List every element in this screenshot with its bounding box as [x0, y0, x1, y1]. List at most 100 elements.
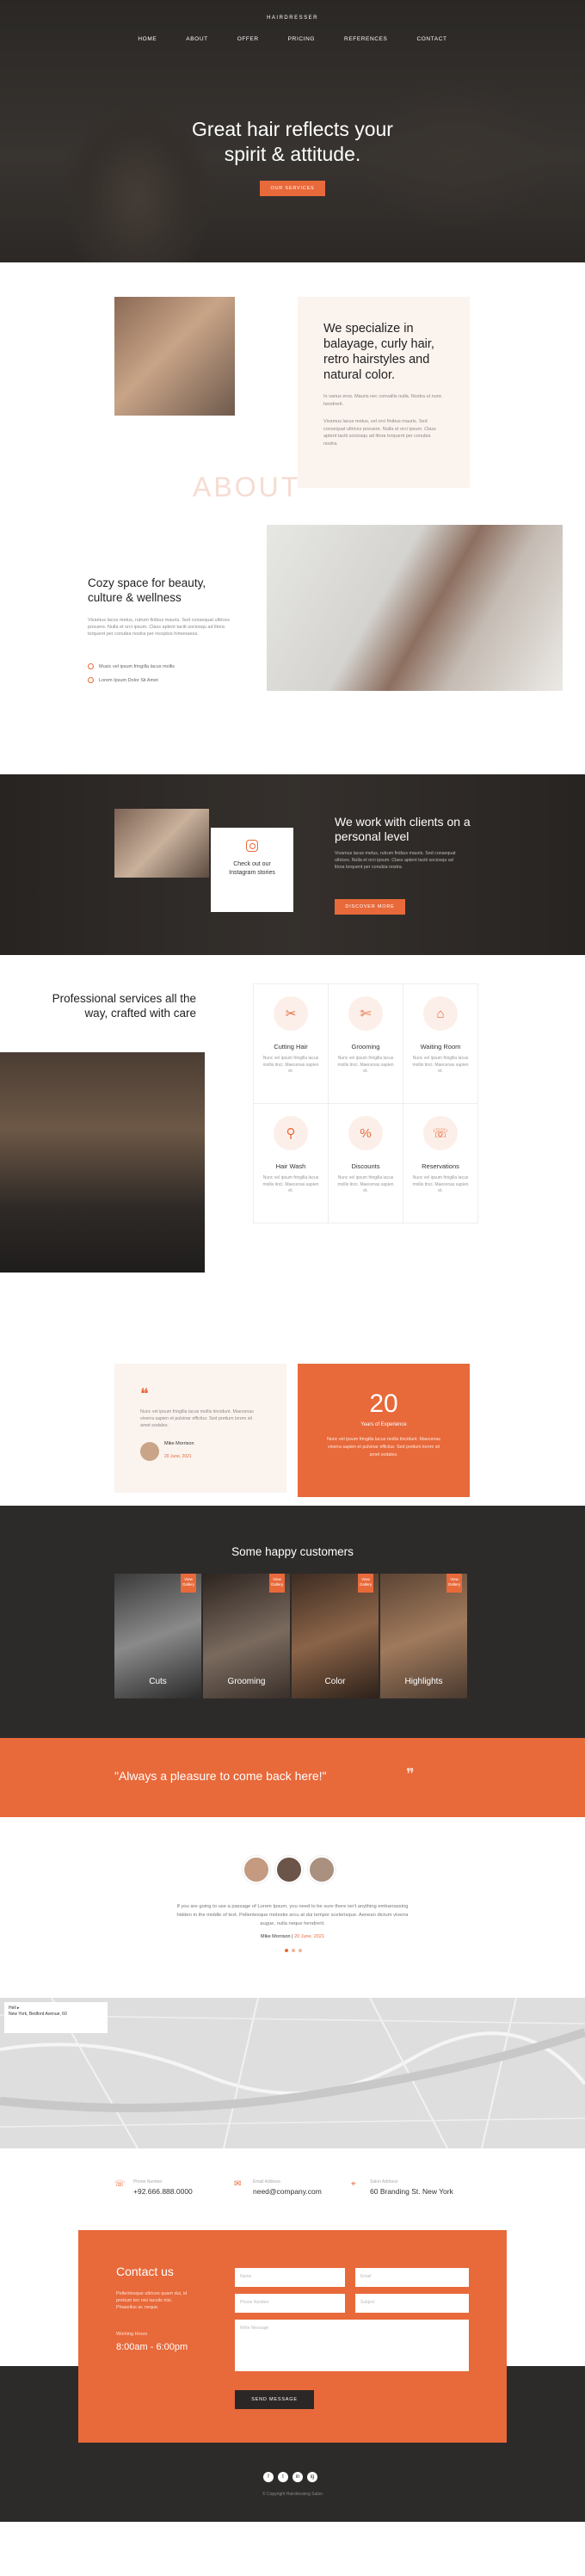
quote-banner: "Always a pleasure to come back here!" ❞	[0, 1738, 585, 1817]
main-nav: HOME ABOUT OFFER PRICING REFERENCES CONT…	[0, 36, 585, 42]
avatar	[140, 1442, 159, 1461]
experience-card: 20 Years of Experience Nunc vel ipsum fr…	[298, 1364, 470, 1497]
avatar[interactable]	[308, 1856, 336, 1883]
instagram-icon	[246, 840, 258, 852]
email-field[interactable]: Email	[355, 2268, 469, 2287]
service-description: Nunc vel ipsum fringilla lacus mollis ti…	[262, 1056, 319, 1074]
personal-section: Check out our Instagram stories We work …	[0, 774, 585, 955]
barber-image	[0, 1052, 205, 1273]
gallery-item[interactable]: View Gallery Highlights	[380, 1574, 467, 1698]
services-grid: ✂ Cutting Hair Nunc vel ipsum fringilla la…	[253, 983, 478, 1223]
facebook-icon[interactable]: f	[263, 2472, 274, 2482]
service-card[interactable]: % Discounts Nunc vel ipsum fringilla lacus…	[329, 1104, 403, 1223]
personal-image	[114, 809, 209, 878]
carousel-dot[interactable]	[292, 1949, 295, 1952]
footer: f t in ig © Copyright Hairdressing Salon	[0, 2467, 585, 2522]
carousel-dot[interactable]	[299, 1949, 302, 1952]
our-services-button[interactable]: OUR SERVICES	[260, 181, 325, 196]
experience-number: 20	[369, 1390, 398, 1418]
carousel-dot[interactable]	[285, 1949, 288, 1952]
service-name: Hair Wash	[275, 1162, 306, 1170]
gallery-tag[interactable]: View Gallery	[181, 1574, 196, 1593]
stylist-image	[267, 525, 563, 691]
nav-item-references[interactable]: REFERENCES	[344, 36, 387, 42]
customers-title: Some happy customers	[231, 1545, 354, 1558]
map[interactable]: Hell ▸ New York, Bedford Avenue, 60	[0, 1998, 585, 2148]
about-text-2: Vivamus lacus metus, vel orci finibus ma…	[323, 419, 436, 447]
contact-section: Contact us Pellentesque ultrices quam du…	[0, 2230, 585, 2467]
contact-info-phone: ☏ Phone Number +92.666.888.0000	[114, 2179, 193, 2196]
testimonial-card: ❝ Nunc vel ipsum fringilla lacus mollis …	[114, 1364, 286, 1493]
service-description: Nunc vel ipsum fringilla lacus mollis ti…	[262, 1175, 319, 1193]
contact-text: Pellentesque ultrices quam dui, id preti…	[116, 2291, 188, 2310]
about-card: We specialize in balayage, curly hair, r…	[298, 297, 470, 488]
nav-item-contact[interactable]: CONTACT	[416, 36, 446, 42]
avatar[interactable]	[275, 1856, 303, 1883]
contact-form: Contact us Pellentesque ultrices quam du…	[78, 2230, 507, 2443]
mail-icon: ✉	[234, 2179, 242, 2189]
about-text-1: In varius eros. Mauris nec convallis nul…	[323, 394, 442, 407]
linkedin-icon[interactable]: in	[292, 2472, 303, 2482]
service-description: Nunc vel ipsum fringilla lacus mollis ti…	[337, 1175, 394, 1193]
send-message-button[interactable]: SEND MESSAGE	[235, 2390, 314, 2409]
phone-field[interactable]: Phone Number	[235, 2294, 345, 2313]
gallery-item[interactable]: View Gallery Cuts	[114, 1574, 201, 1698]
social-links: f t in ig	[263, 2472, 317, 2482]
testimonial-text: Nunc vel ipsum fringilla lacus mollis ti…	[140, 1409, 254, 1428]
gallery-label: Highlights	[404, 1677, 443, 1686]
testimonial-date: 20 June, 2021	[164, 1454, 192, 1459]
service-card[interactable]: ☏ Reservations Nunc vel ipsum fringilla la…	[403, 1104, 478, 1223]
gallery-item[interactable]: View Gallery Color	[292, 1574, 379, 1698]
gallery: View Gallery Cuts View Gallery Grooming …	[114, 1574, 467, 1698]
contact-info-email: ✉ Email Address need@company.com	[234, 2179, 322, 2196]
nav-item-pricing[interactable]: PRICING	[288, 36, 315, 42]
cozy-title: Cozy space for beauty, culture & wellnes…	[88, 576, 206, 604]
service-card[interactable]: ✄ Grooming Nunc vel ipsum fringilla lacus …	[329, 984, 403, 1104]
instagram-icon[interactable]: ig	[307, 2472, 317, 2482]
service-card[interactable]: ⚲ Hair Wash Nunc vel ipsum fringilla lacus…	[254, 1104, 329, 1223]
avatar-group	[243, 1856, 336, 1883]
gallery-tag[interactable]: View Gallery	[446, 1574, 462, 1593]
gallery-tag[interactable]: View Gallery	[358, 1574, 373, 1593]
review-author: Mike Morrison | 20 June, 2021	[261, 1934, 324, 1939]
name-field[interactable]: Name	[235, 2268, 345, 2287]
about-section: ABOUT We specialize in balayage, curly h…	[0, 262, 585, 525]
message-field[interactable]: Write Message	[235, 2320, 469, 2371]
nav-item-home[interactable]: HOME	[138, 36, 157, 42]
twitter-icon[interactable]: t	[278, 2472, 288, 2482]
sink-icon: ⚲	[274, 1116, 308, 1150]
contact-title: Contact us	[116, 2265, 174, 2278]
instagram-card[interactable]: Check out our Instagram stories	[211, 828, 293, 912]
testimonial-author: Mike Morrison	[164, 1441, 194, 1446]
avatar[interactable]	[243, 1856, 270, 1883]
gallery-item[interactable]: View Gallery Grooming	[203, 1574, 290, 1698]
service-description: Nunc vel ipsum fringilla lacus mollis ti…	[412, 1175, 469, 1193]
quote-icon: ❝	[140, 1385, 149, 1403]
gallery-tag[interactable]: View Gallery	[269, 1574, 285, 1593]
gallery-label: Grooming	[227, 1677, 266, 1686]
nav-item-offer[interactable]: OFFER	[237, 36, 259, 42]
discover-more-button[interactable]: DISCOVER MORE	[335, 899, 405, 915]
map-place[interactable]: Hell ▸	[9, 2006, 103, 2012]
copyright: © Copyright Hairdressing Salon	[262, 2492, 323, 2497]
experience-label: Years of Experience	[360, 1422, 407, 1427]
cozy-list-item: Music vel ipsum fringilla lacus mollis	[88, 663, 175, 669]
carousel-dots	[285, 1949, 302, 1952]
brand-logo[interactable]: HAIRDRESSER	[0, 15, 585, 21]
armchair-icon: ⌂	[423, 996, 458, 1031]
scissors-icon: ✂	[274, 996, 308, 1031]
instagram-text: Check out our Instagram stories	[229, 861, 275, 876]
map-address: New York, Bedford Avenue, 60	[9, 2012, 67, 2017]
service-card[interactable]: ✂ Cutting Hair Nunc vel ipsum fringilla la…	[254, 984, 329, 1104]
service-name: Discounts	[351, 1162, 380, 1170]
service-name: Reservations	[422, 1162, 459, 1170]
testimonial-section: ❝ Nunc vel ipsum fringilla lacus mollis …	[0, 1329, 585, 1506]
nav-item-about[interactable]: ABOUT	[186, 36, 207, 42]
experience-text: Nunc vel ipsum fringilla lacus mollis ti…	[327, 1437, 440, 1457]
services-title: Professional services all the way, craft…	[52, 992, 196, 1020]
service-card[interactable]: ⌂ Waiting Room Nunc vel ipsum fringilla la…	[403, 984, 478, 1104]
service-name: Cutting Hair	[274, 1043, 308, 1051]
review-section: If you are going to use a passage of Lor…	[0, 1817, 585, 1998]
hero-title: Great hair reflects your spirit & attitud…	[192, 118, 393, 165]
subject-select[interactable]: Subject	[355, 2294, 469, 2313]
